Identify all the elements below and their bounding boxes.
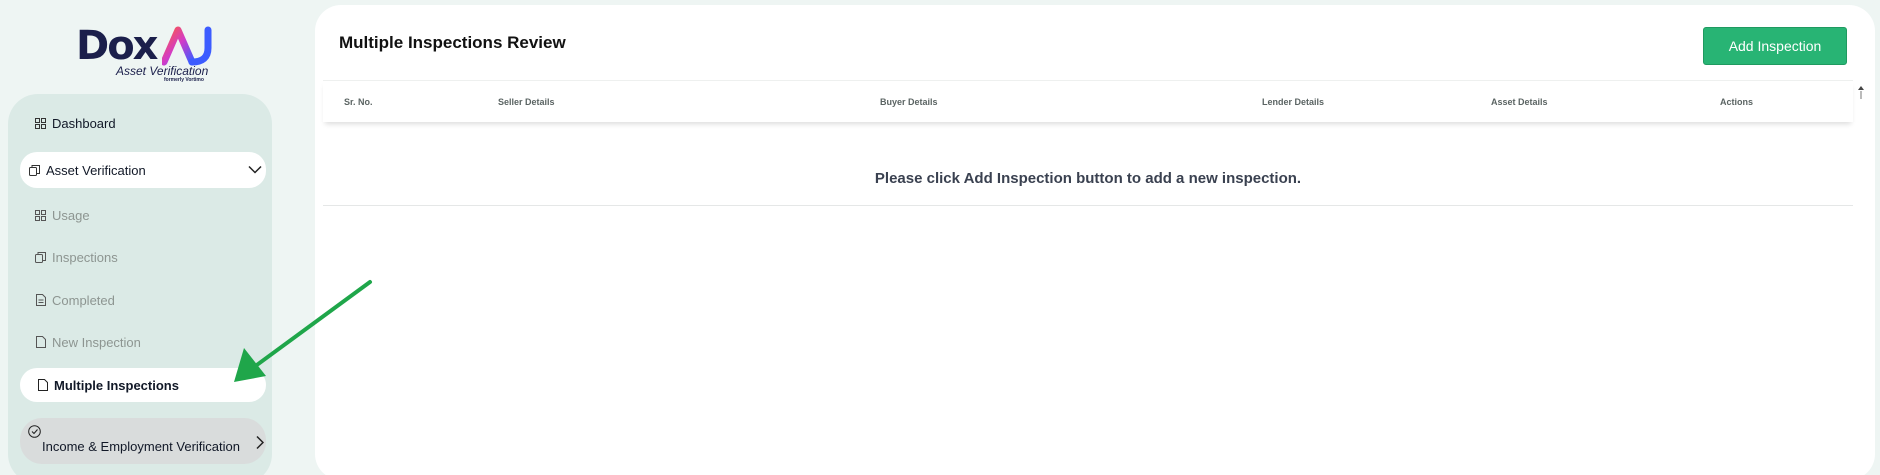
column-header-actions: Actions bbox=[1720, 97, 1754, 107]
sidebar-item-income-employment[interactable]: Income & Employment Verification bbox=[20, 418, 266, 464]
column-header-seller-details: Seller Details bbox=[498, 97, 555, 107]
divider bbox=[323, 205, 1853, 206]
file-text-icon bbox=[34, 294, 47, 307]
logo-subtitle: Asset Verification bbox=[116, 64, 209, 78]
file-icon bbox=[34, 336, 47, 349]
column-header-buyer-details: Buyer Details bbox=[880, 97, 938, 107]
copy-icon bbox=[34, 251, 47, 264]
page-title: Multiple Inspections Review bbox=[339, 33, 566, 52]
sidebar-item-label: Income & Employment Verification bbox=[42, 439, 240, 454]
add-inspection-button[interactable]: Add Inspection bbox=[1703, 27, 1847, 65]
check-circle-icon bbox=[28, 425, 41, 438]
logo-ai-mark bbox=[162, 26, 212, 66]
main-panel: Multiple Inspections Review Add Inspecti… bbox=[315, 5, 1875, 475]
sidebar-item-label: Asset Verification bbox=[46, 162, 146, 178]
logo-wordmark: Dox bbox=[76, 23, 158, 69]
annotation-arrow bbox=[234, 280, 372, 382]
sidebar-item-dashboard[interactable]: Dashboard bbox=[26, 106, 268, 140]
sidebar-item-label: Inspections bbox=[52, 249, 118, 265]
sidebar-item-inspections[interactable]: Inspections bbox=[26, 240, 268, 274]
scrollbar-up-arrow[interactable] bbox=[1858, 85, 1864, 99]
sidebar-item-label: New Inspection bbox=[52, 334, 141, 350]
chevron-right-icon[interactable] bbox=[256, 435, 265, 453]
column-header-lender-details: Lender Details bbox=[1262, 97, 1325, 107]
sidebar-item-label: Multiple Inspections bbox=[54, 377, 179, 393]
sidebar-item-label: Usage bbox=[52, 207, 90, 223]
sidebar-item-label: Completed bbox=[52, 292, 115, 308]
sidebar-item-usage[interactable]: Usage bbox=[26, 198, 268, 232]
column-header-asset-details: Asset Details bbox=[1491, 97, 1548, 107]
column-header-sr-no: Sr. No. bbox=[344, 97, 373, 107]
sidebar-item-asset-verification[interactable]: Asset Verification bbox=[20, 152, 266, 188]
table-header: Sr. No. Seller Details Buyer Details Len… bbox=[323, 80, 1853, 122]
grid-icon bbox=[34, 117, 47, 130]
empty-state-message: Please click Add Inspection button to ad… bbox=[874, 170, 1302, 187]
chevron-down-icon[interactable] bbox=[248, 163, 262, 178]
file-icon bbox=[36, 379, 49, 392]
sidebar-item-label: Dashboard bbox=[52, 115, 116, 131]
logo-tagline: formerly Vortimo bbox=[164, 77, 204, 83]
copy-icon bbox=[28, 164, 41, 177]
grid-icon bbox=[34, 209, 47, 222]
logo: Dox Asset Verification formerly Vortimo bbox=[70, 24, 220, 84]
